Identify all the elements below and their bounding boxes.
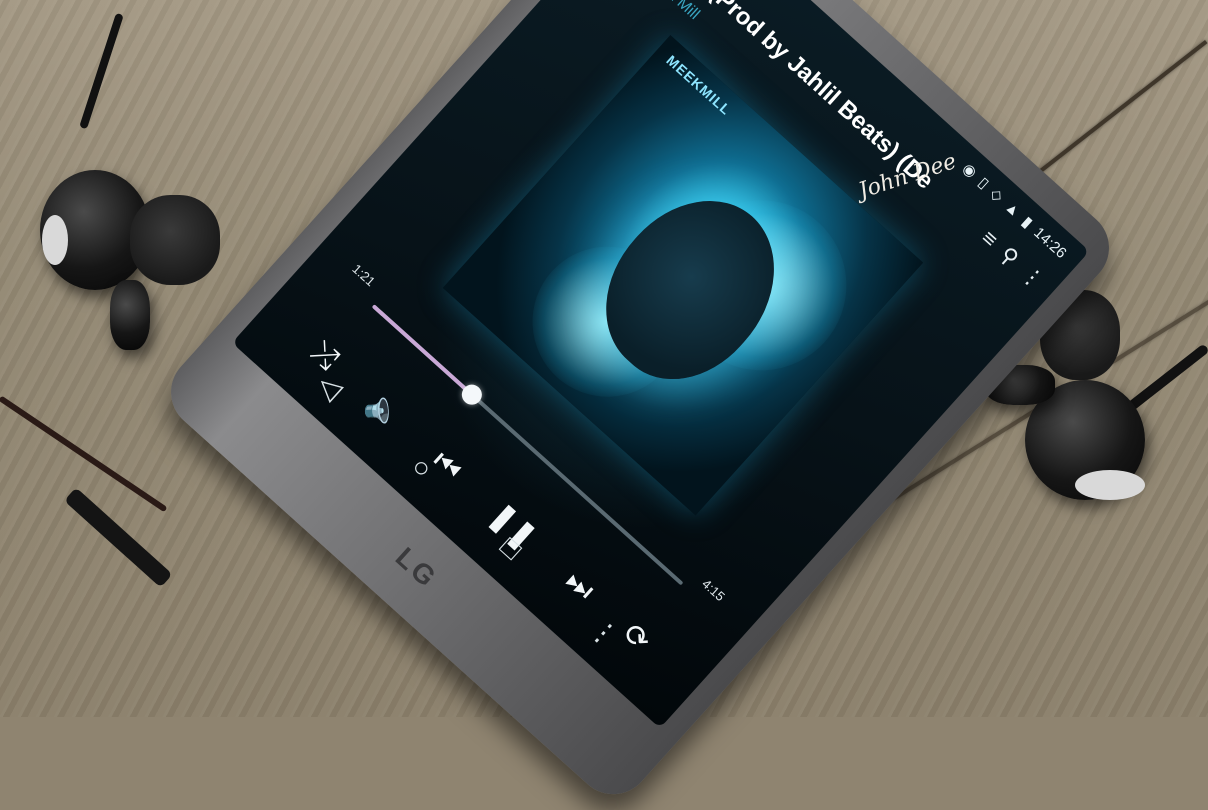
brand-logo: LG [389, 541, 444, 595]
back-icon[interactable]: ◁ [312, 367, 350, 406]
elapsed-time: 1:21 [349, 261, 379, 290]
total-time: 4:15 [699, 576, 728, 605]
home-icon[interactable]: ○ [405, 450, 438, 485]
headphones-icon: ◉ [958, 159, 981, 182]
menu-icon[interactable]: ⋮ [583, 611, 626, 654]
signal-icon: ▲ [1001, 197, 1025, 221]
nfc-icon: ◇ [986, 184, 1007, 206]
playlist-icon[interactable]: ≡ [977, 225, 1003, 252]
vibrate-icon: ▯ [974, 174, 993, 193]
battery-icon: ▮ [1018, 213, 1036, 232]
album-cover-text: MEEKMILL [663, 51, 735, 119]
track-artist: Meek Mill [641, 0, 703, 24]
recents-icon[interactable]: □ [494, 531, 528, 566]
search-icon[interactable]: ⚲ [995, 242, 1024, 271]
more-icon[interactable]: ⋮ [1016, 260, 1049, 293]
left-earbud [30, 130, 230, 370]
